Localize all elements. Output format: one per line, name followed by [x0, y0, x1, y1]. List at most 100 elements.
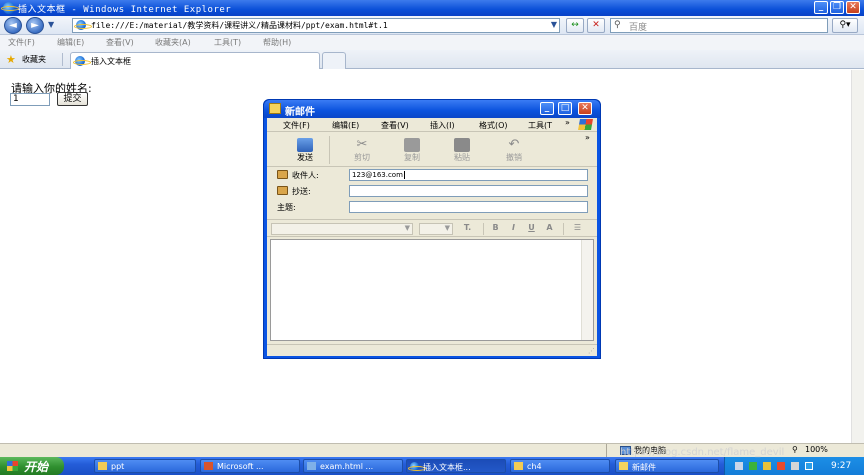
address-bar[interactable]: file:///E:/material/教学资料/课程讲义/精品课材料/ppt/…	[72, 18, 560, 33]
menu-bar: 文件(F) 编辑(E) 查看(V) 收藏夹(A) 工具(T) 帮助(H)	[0, 35, 864, 50]
menu-view[interactable]: 查看(V)	[106, 37, 134, 48]
window-title: 插入文本框 - Windows Internet Explorer	[18, 5, 232, 15]
divider	[563, 223, 564, 235]
tray-network-icon[interactable]	[749, 462, 757, 470]
restore-button[interactable]: ❐	[830, 1, 844, 14]
search-box[interactable]: ⚲ 百度	[610, 18, 828, 33]
font-select[interactable]: ▼	[271, 223, 413, 235]
menu-help[interactable]: 帮助(H)	[263, 37, 291, 48]
size-select[interactable]: ▼	[419, 223, 453, 235]
task-ppt[interactable]: ppt	[94, 459, 196, 473]
mail-menu-insert[interactable]: 插入(I)	[430, 120, 455, 131]
tray-help-icon[interactable]	[763, 462, 771, 470]
zoom-level[interactable]: 100%	[805, 445, 828, 454]
close-button[interactable]: ✕	[846, 1, 860, 14]
name-input[interactable]: 1	[10, 93, 50, 106]
forward-button[interactable]: ►	[26, 17, 44, 34]
search-go-button[interactable]: ⚲▾	[832, 18, 858, 33]
editor-scrollbar[interactable]	[581, 240, 593, 340]
minimize-button[interactable]: _	[814, 1, 828, 14]
toolbar-more[interactable]: »	[585, 133, 590, 142]
message-body-editor[interactable]	[270, 239, 594, 341]
tab-bar: ★ 收藏夹 插入文本框	[0, 50, 864, 69]
send-button[interactable]: 发送	[280, 133, 330, 173]
watermark: https://blog.csdn.net/flame_devil	[620, 447, 785, 458]
cc-field[interactable]	[349, 185, 588, 197]
search-icon: ⚲	[614, 20, 621, 30]
task-ie-window[interactable]: 插入文本框...	[406, 459, 506, 473]
window-titlebar[interactable]: 插入文本框 - Windows Internet Explorer _ ❐ ✕	[0, 0, 864, 16]
scissors-icon: ✂	[356, 137, 368, 152]
task-powerpoint[interactable]: Microsoft ...	[200, 459, 300, 473]
mail-close-button[interactable]: ✕	[578, 102, 592, 115]
copy-button[interactable]: 复制	[387, 133, 437, 173]
address-book-icon[interactable]	[277, 170, 288, 179]
clock[interactable]: 9:27	[831, 461, 851, 471]
tab-label: 插入文本框	[91, 57, 131, 66]
resize-grip-icon[interactable]: ⋰	[588, 347, 595, 355]
address-dropdown-icon[interactable]: ▼	[551, 20, 557, 29]
stop-button[interactable]: ✕	[587, 18, 605, 33]
mail-menu-file[interactable]: 文件(F)	[283, 120, 310, 131]
new-tab-button[interactable]	[322, 52, 346, 69]
favorites-label[interactable]: 收藏夹	[22, 54, 46, 65]
format-bar: ▼ ▼ T. B I U A ☰	[267, 219, 597, 237]
mail-menu-format[interactable]: 格式(O)	[479, 120, 508, 131]
refresh-button[interactable]: ↔	[566, 18, 584, 33]
task-exam-html[interactable]: exam.html ...	[303, 459, 403, 473]
menu-file[interactable]: 文件(F)	[8, 37, 35, 48]
mail-maximize-button[interactable]: □	[558, 102, 572, 115]
mail-body: 文件(F) 编辑(E) 查看(V) 插入(I) 格式(O) 工具(T » 发送 …	[267, 118, 597, 356]
font-color-button[interactable]: A	[543, 223, 556, 235]
mail-titlebar[interactable]: 新邮件 _ □ ✕	[264, 100, 600, 118]
submit-button[interactable]: 提交	[57, 92, 88, 106]
tray-input-icon[interactable]	[805, 462, 813, 470]
page-scrollbar[interactable]	[851, 70, 864, 443]
search-input[interactable]: 百度	[629, 20, 647, 33]
underline-button[interactable]: U	[525, 223, 538, 235]
tray-security-icon[interactable]	[777, 462, 785, 470]
subject-label: 主题:	[277, 203, 296, 212]
undo-button[interactable]: ↶ 撤销	[489, 133, 539, 173]
menu-favorites[interactable]: 收藏夹(A)	[155, 37, 191, 48]
start-label: 开始	[24, 460, 49, 474]
recent-pages-chevron-icon[interactable]: ▼	[48, 20, 54, 29]
paste-button[interactable]: 粘贴	[437, 133, 487, 173]
start-button[interactable]: 开始	[0, 457, 64, 475]
task-new-mail[interactable]: 新邮件	[615, 459, 719, 473]
tray-volume-icon[interactable]	[791, 462, 799, 470]
divider	[329, 136, 330, 164]
send-icon	[297, 138, 313, 152]
mail-menu-edit[interactable]: 编辑(E)	[332, 120, 359, 131]
subject-field[interactable]	[349, 201, 588, 213]
to-field[interactable]: 123@163.com	[349, 169, 588, 181]
mail-menu-more[interactable]: »	[565, 118, 570, 127]
back-button[interactable]: ◄	[4, 17, 22, 34]
italic-button[interactable]: I	[507, 223, 520, 235]
address-input[interactable]: file:///E:/material/教学资料/课程讲义/精品课材料/ppt/…	[91, 20, 388, 31]
mail-statusbar: ⋰	[267, 344, 597, 356]
undo-icon: ↶	[508, 137, 520, 152]
mail-menu-tools[interactable]: 工具(T	[528, 120, 552, 131]
menu-edit[interactable]: 编辑(E)	[57, 37, 84, 48]
mail-minimize-button[interactable]: _	[540, 102, 554, 115]
address-book-icon[interactable]	[277, 186, 288, 195]
powerpoint-icon	[204, 462, 213, 470]
cut-button[interactable]: ✂ 剪切	[337, 133, 387, 173]
menu-tools[interactable]: 工具(T)	[214, 37, 241, 48]
bullet-list-icon[interactable]: ☰	[571, 223, 584, 235]
mail-envelope-icon	[619, 462, 628, 470]
mail-toolbar: 发送 ✂ 剪切 复制 粘贴 ↶ 撤销 »	[267, 133, 597, 167]
folder-icon	[514, 462, 523, 470]
paragraph-style-icon[interactable]: T.	[461, 223, 474, 235]
mail-title: 新邮件	[285, 107, 315, 118]
bold-button[interactable]: B	[489, 223, 502, 235]
tab-active[interactable]: 插入文本框	[70, 52, 320, 69]
task-ch4[interactable]: ch4	[510, 459, 610, 473]
chevron-down-icon: ▼	[444, 224, 450, 232]
copy-icon	[404, 138, 420, 152]
mail-menu-view[interactable]: 查看(V)	[381, 120, 409, 131]
tray-app-icon[interactable]	[735, 462, 743, 470]
favorites-star-icon[interactable]: ★	[6, 53, 16, 66]
ie-logo-icon	[408, 462, 426, 471]
